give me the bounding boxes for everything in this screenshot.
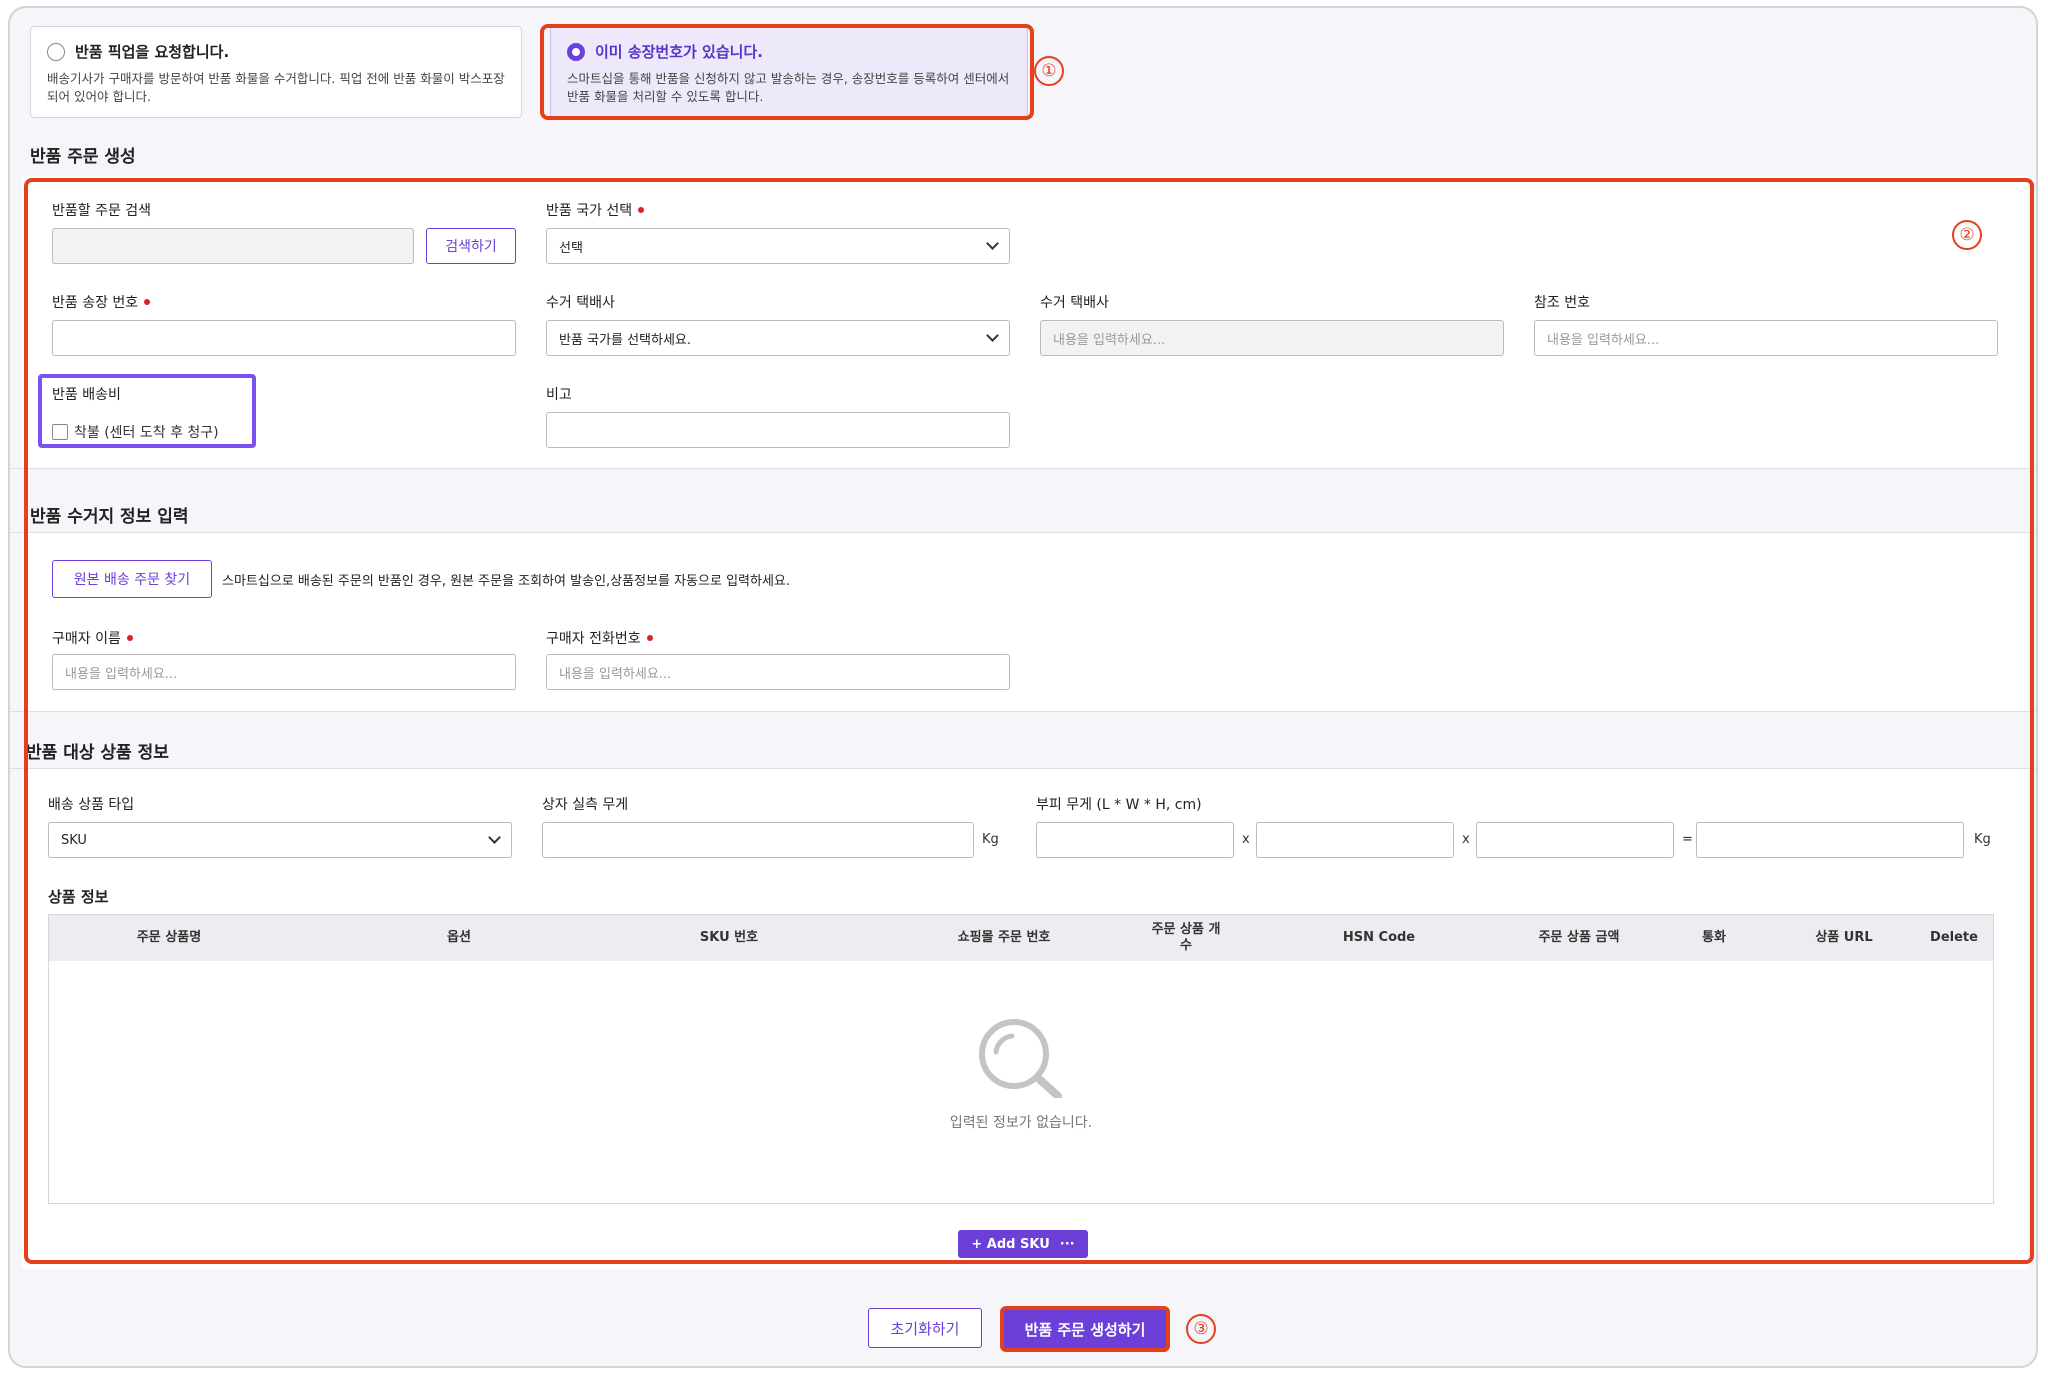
- section-title-create: 반품 주문 생성: [30, 147, 136, 167]
- option-label: 반품 픽업을 요청합니다.: [75, 43, 230, 61]
- marker-3: ③: [1186, 1314, 1216, 1344]
- marker-1: ①: [1034, 56, 1064, 86]
- radio-pickup[interactable]: [47, 42, 65, 61]
- return-pickup-option[interactable]: 반품 픽업을 요청합니다. 배송기사가 구매자를 방문하여 반품 화물을 수거합…: [30, 26, 522, 118]
- highlight-box-2: [24, 178, 2034, 1264]
- highlight-box-1: [540, 24, 1034, 120]
- reset-button[interactable]: 초기화하기: [868, 1308, 982, 1348]
- create-return-order-button[interactable]: 반품 주문 생성하기: [1000, 1306, 1170, 1352]
- option-desc: 배송기사가 구매자를 방문하여 반품 화물을 수거합니다. 픽업 전에 반품 화…: [47, 71, 505, 104]
- page-frame: 반품 픽업을 요청합니다. 배송기사가 구매자를 방문하여 반품 화물을 수거합…: [8, 6, 2038, 1368]
